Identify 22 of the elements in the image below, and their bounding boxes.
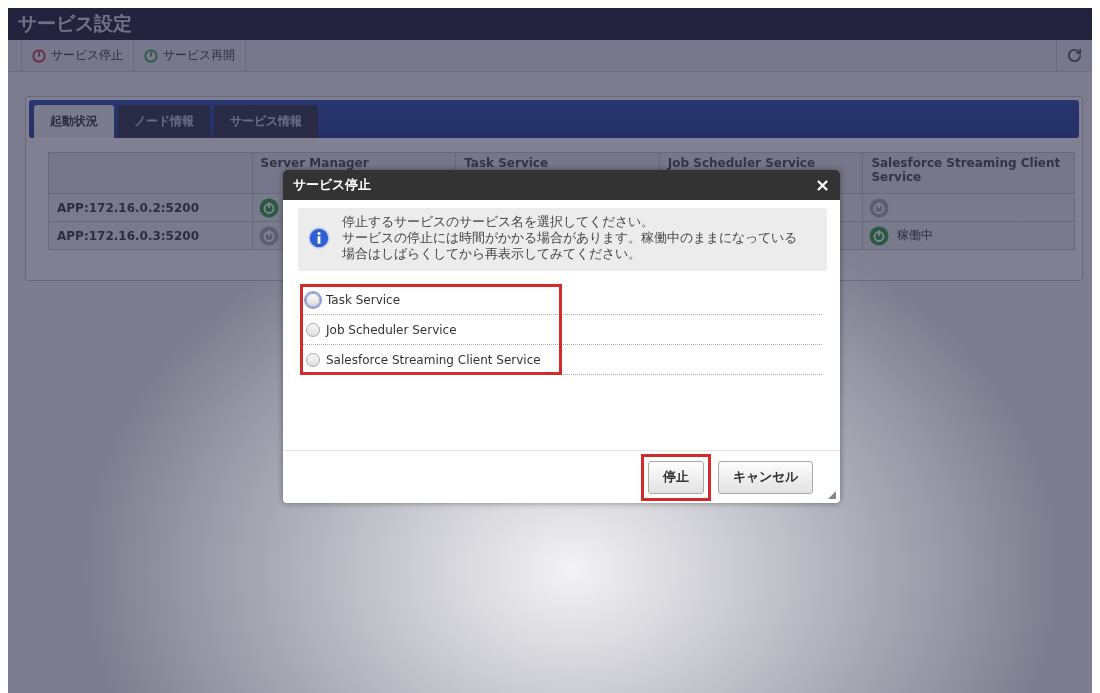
node-cell: APP:172.16.0.2:5200 xyxy=(48,193,253,222)
info-message: 停止するサービスのサービス名を選択してください。 xyxy=(342,214,655,230)
service-radio-option[interactable]: Task Service xyxy=(300,285,822,315)
power-icon xyxy=(32,48,46,63)
service-radio-option[interactable]: Job Scheduler Service xyxy=(300,315,822,345)
dialog-button[interactable]: 停止 xyxy=(648,460,704,494)
resize-grip-icon xyxy=(828,491,836,499)
column-header: Salesforce Streaming Client Service xyxy=(862,152,1075,194)
page-title: サービス設定 xyxy=(18,11,132,36)
close-button[interactable]: × xyxy=(814,176,830,194)
radio-button[interactable] xyxy=(306,352,320,367)
node-cell: APP:172.16.0.3:5200 xyxy=(48,221,253,250)
status-text: 稼働中 xyxy=(897,227,934,244)
power-icon xyxy=(144,48,158,63)
info-icon xyxy=(308,227,330,249)
service-radio-option[interactable]: Salesforce Streaming Client Service xyxy=(300,345,822,375)
info-message: サービスの停止には時間がかかる場合があります。稼働中のままになっている場合はしばらくしてから再表示してみてください。 xyxy=(342,230,798,262)
refresh-icon xyxy=(1067,48,1082,63)
radio-button[interactable] xyxy=(306,322,320,337)
radio-button[interactable] xyxy=(306,292,320,307)
dialog-title: サービス停止 xyxy=(293,176,371,194)
dialog-button[interactable]: キャンセル xyxy=(718,460,813,494)
